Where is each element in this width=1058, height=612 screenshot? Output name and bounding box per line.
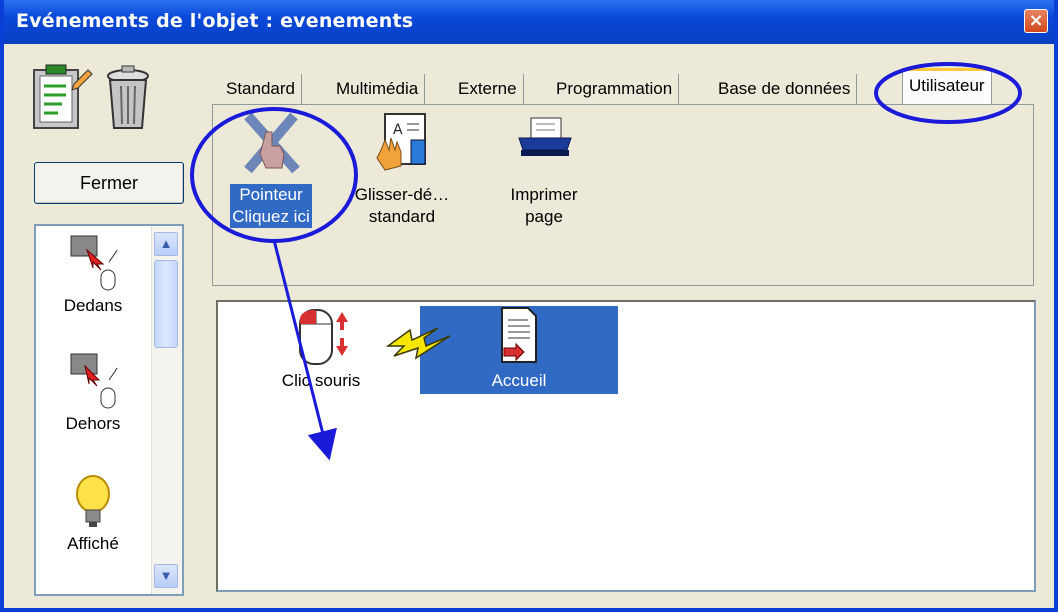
list-item-dehors[interactable]: Dehors (38, 350, 148, 460)
tab-externe[interactable]: Externe (452, 74, 524, 106)
title-bar[interactable]: Evénements de l'objet : evenements × (4, 0, 1054, 44)
document-arrow-icon (501, 307, 537, 363)
palette-item-line2: standard (368, 207, 436, 226)
mouse-enter-icon (70, 235, 118, 291)
trash-can-icon[interactable] (102, 62, 154, 134)
trigger-clic-souris[interactable]: Clic souris (266, 304, 376, 392)
close-icon: × (1028, 10, 1044, 31)
window-title: Evénements de l'objet : evenements (16, 10, 414, 32)
palette-item-label: Pointeur Cliquez ici (230, 184, 312, 228)
action-label: Accueil (491, 371, 547, 390)
palette-item-line1: Glisser-dé… (354, 185, 450, 204)
fermer-button[interactable]: Fermer (34, 162, 184, 204)
list-item-label: Affiché (67, 534, 119, 553)
scroll-down-button[interactable]: ▼ (154, 564, 178, 588)
palette-item-imprimer-page[interactable]: Imprimer page (484, 110, 604, 228)
drag-drop-hand-icon: A (376, 113, 426, 171)
action-accueil[interactable]: Accueil (454, 304, 584, 392)
palette-item-line2: Cliquez ici (232, 207, 310, 226)
tab-multimedia[interactable]: Multimédia (330, 74, 426, 106)
list-item-dedans[interactable]: Dedans (38, 232, 148, 342)
palette-item-glisser-depose[interactable]: A Glisser-dé… standard (342, 110, 462, 228)
printer-icon (518, 117, 572, 156)
palette-item-label: Glisser-dé… standard (342, 184, 462, 228)
palette-item-line2: page (525, 207, 563, 226)
action-palette (212, 104, 1034, 286)
mouse-click-icon (299, 309, 348, 365)
list-item-affiche[interactable]: Affiché (38, 470, 148, 580)
mouse-leave-icon (70, 353, 118, 409)
lightning-bolt-icon (386, 327, 451, 360)
close-button[interactable]: × (1024, 9, 1048, 33)
pointer-hand-icon (244, 112, 300, 174)
list-item-label: Dehors (65, 414, 121, 433)
tab-base-de-donnees[interactable]: Base de données (712, 74, 858, 106)
lightbulb-icon (76, 475, 110, 527)
event-list[interactable]: Dedans Dehors Affiché ▲ ▼ (34, 224, 184, 596)
tab-standard[interactable]: Standard (220, 74, 302, 106)
palette-item-pointeur[interactable]: Pointeur Cliquez ici (216, 110, 326, 228)
tab-programmation[interactable]: Programmation (550, 74, 680, 106)
tab-utilisateur[interactable]: Utilisateur (902, 68, 992, 106)
trigger-label: Clic souris (281, 371, 361, 390)
palette-item-line1: Pointeur (239, 185, 303, 204)
list-item-label: Dedans (63, 296, 123, 315)
palette-item-label: Imprimer page (484, 184, 604, 228)
clipboard-pencil-icon[interactable] (28, 62, 94, 134)
svg-text:A: A (393, 122, 403, 138)
scroll-up-button[interactable]: ▲ (154, 232, 178, 256)
event-list-scrollbar[interactable]: ▲ ▼ (151, 226, 182, 594)
palette-item-line1: Imprimer (510, 185, 578, 204)
events-window: Evénements de l'objet : evenements × Fer… (0, 0, 1058, 612)
scroll-thumb[interactable] (154, 260, 178, 348)
